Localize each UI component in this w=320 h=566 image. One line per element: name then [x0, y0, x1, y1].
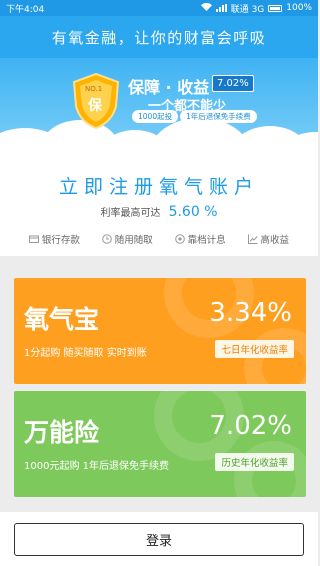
feature-label: 高收益: [260, 235, 290, 246]
wifi-icon: [200, 2, 212, 14]
status-bar: 下午4:04 联通 3G 100%: [0, 0, 318, 16]
banner-rate-badge: 7.02%: [212, 75, 254, 92]
shield-text: 保: [88, 98, 102, 114]
feature-list: 银行存款 随用随取 靠档计息 高收益: [0, 232, 318, 246]
register-rate-value: 5.60 %: [168, 204, 218, 220]
product-desc: 1000元起购 1年后退保免手续费: [24, 461, 169, 472]
feature-label: 随用随取: [114, 235, 153, 246]
feature-item: 靠档计息: [174, 232, 226, 246]
clock-icon: [101, 234, 112, 244]
feature-item: 随用随取: [101, 232, 153, 246]
status-indicators: 联通 3G 100%: [200, 2, 312, 15]
feature-label: 靠档计息: [187, 235, 226, 246]
feature-item: 高收益: [247, 232, 290, 246]
product-card-yangqibao[interactable]: 氧气宝 3.34% 1分起购 随买随取 实时到账 七日年化收益率: [14, 278, 306, 384]
promo-banner[interactable]: NO.1 保 保障 · 收益 7.02% 一个都不能少 1000起投 1年后退保…: [0, 58, 318, 158]
banner-tag-fee: 1年后退保免手续费: [180, 110, 257, 123]
register-rate: 利率最高可达 5.60 %: [0, 201, 318, 220]
signal-icon: [215, 4, 227, 12]
product-rate: 3.34%: [209, 298, 292, 328]
register-rate-label: 利率最高可达: [100, 208, 161, 219]
slogan-header: 有氧金融，让你的财富会呼吸: [0, 16, 318, 58]
shield-tag: NO.1: [85, 85, 103, 93]
bank-card-icon: [28, 234, 39, 244]
product-name: 氧气宝: [24, 305, 100, 334]
carrier-label: 联通 3G: [230, 4, 265, 15]
trend-chart-icon: [247, 234, 258, 244]
banner-tag-min: 1000起投: [132, 110, 179, 123]
login-bar: 登录: [0, 512, 318, 566]
register-section: 立即注册氧气账户 利率最高可达 5.60 % 银行存款 随用随取 靠档计息 高收…: [0, 158, 318, 256]
slogan-text: 有氧金融，让你的财富会呼吸: [51, 28, 267, 47]
battery-icon: [268, 4, 283, 12]
product-rate: 7.02%: [209, 411, 292, 441]
battery-level: 100%: [286, 3, 312, 13]
product-rate-label: 历史年化收益率: [215, 453, 294, 471]
product-rate-label: 七日年化收益率: [215, 340, 294, 358]
status-time: 下午4:04: [6, 4, 45, 15]
feature-label: 银行存款: [41, 235, 80, 246]
product-name: 万能险: [24, 418, 100, 447]
login-button[interactable]: 登录: [14, 523, 304, 556]
feature-item: 银行存款: [28, 232, 80, 246]
product-card-wannengxian[interactable]: 万能险 7.02% 1000元起购 1年后退保免手续费 历史年化收益率: [14, 391, 306, 497]
shield-icon: NO.1 保: [72, 72, 120, 130]
coin-icon: [174, 234, 185, 244]
register-title[interactable]: 立即注册氧气账户: [0, 172, 318, 199]
product-desc: 1分起购 随买随取 实时到账: [24, 348, 147, 359]
